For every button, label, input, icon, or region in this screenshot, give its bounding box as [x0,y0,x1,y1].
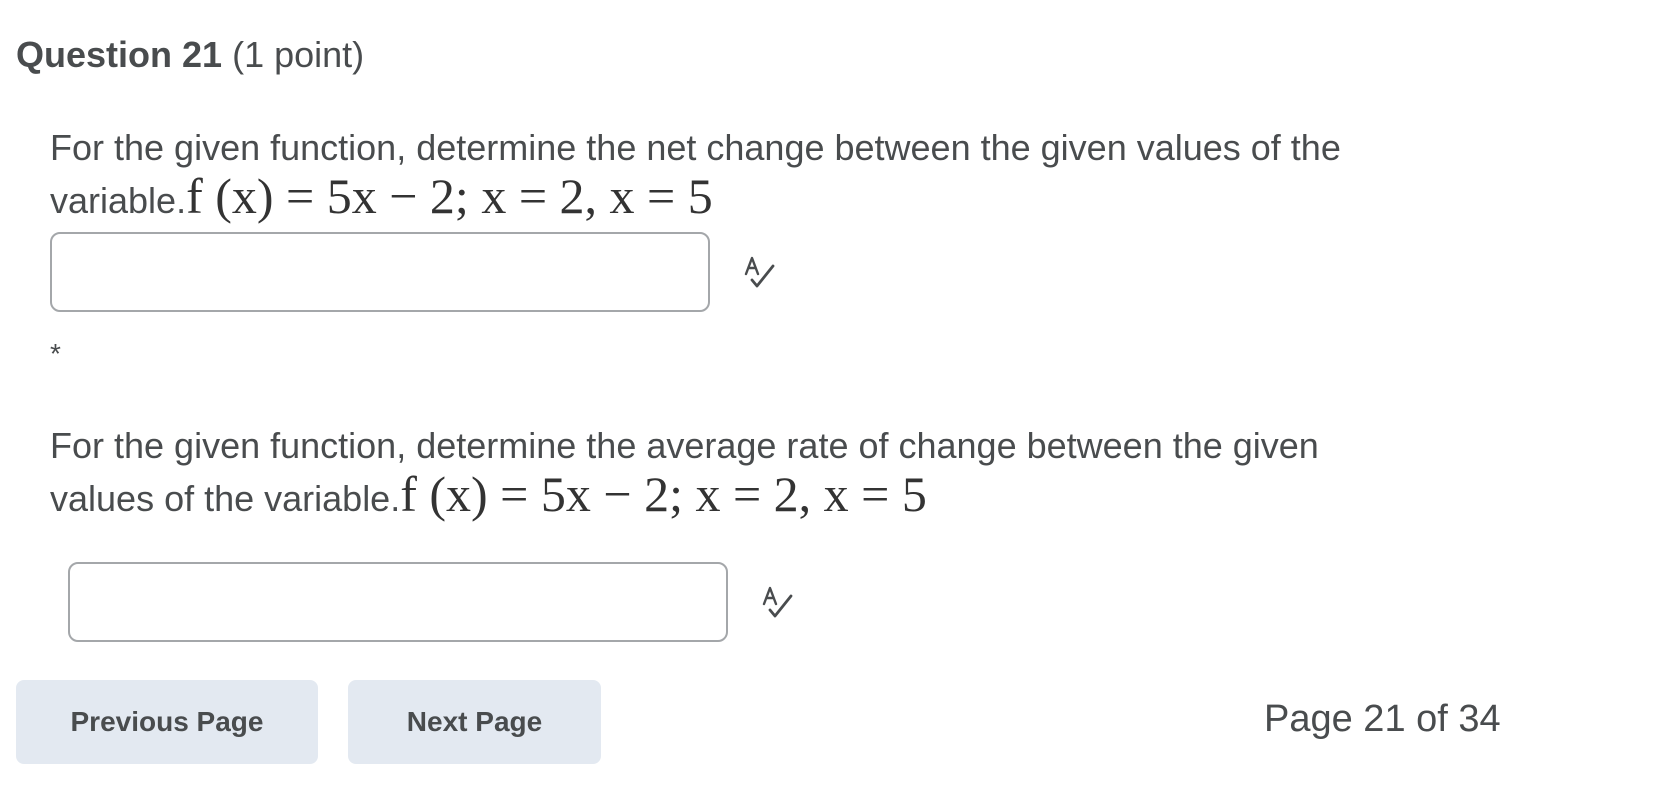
page-indicator: Page 21 of 34 [1264,698,1501,740]
prompt-1-line-2: variable.f (x) = 5x − 2; x = 2, x = 5 [50,171,1341,225]
question-prompt-2: For the given function, determine the av… [50,422,1319,523]
next-page-button[interactable]: Next Page [348,680,601,764]
prompt-2-line-2: values of the variable.f (x) = 5x − 2; x… [50,469,1319,523]
prompt-1-line-1: For the given function, determine the ne… [50,127,1341,168]
answer-input-2[interactable] [68,562,728,642]
spell-check-icon[interactable] [758,582,798,622]
prompt-2-math: f (x) = 5x − 2; x = 2, x = 5 [400,466,927,522]
answer-input-1[interactable] [50,232,710,312]
question-prompt-1: For the given function, determine the ne… [50,124,1341,225]
prompt-1-line-2-text: variable. [50,180,187,221]
prompt-2-line-2-text: values of the variable. [50,478,401,519]
question-points: (1 point) [232,34,365,75]
question-title: Question 21 [16,34,223,75]
spell-check-icon[interactable] [740,252,780,292]
required-asterisk: * [50,338,61,369]
question-header: Question 21 (1 point) [16,34,364,76]
prompt-1-math: f (x) = 5x − 2; x = 2, x = 5 [186,168,713,224]
previous-page-button[interactable]: Previous Page [16,680,318,764]
prompt-2-line-1: For the given function, determine the av… [50,425,1319,466]
